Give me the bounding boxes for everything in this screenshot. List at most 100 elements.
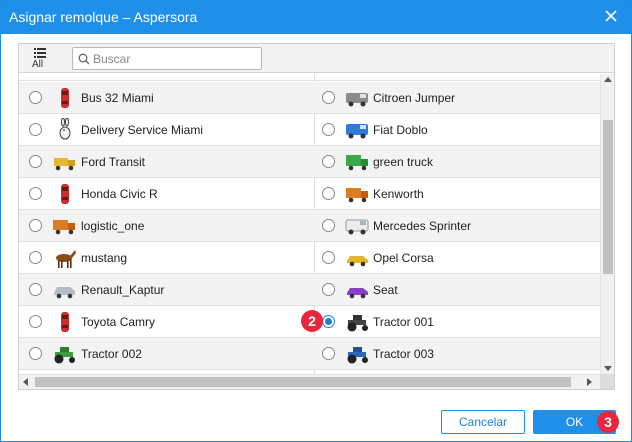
unit-name: Renault_Kaptur <box>81 283 165 297</box>
truck-orange-icon <box>345 182 371 206</box>
truck-yellow-icon <box>52 150 78 174</box>
car-yellow-icon <box>345 246 371 270</box>
truck-orange-icon <box>52 214 78 238</box>
unit-radio[interactable] <box>29 187 42 200</box>
unit-radio[interactable] <box>322 91 335 104</box>
unit-radio[interactable] <box>322 155 335 168</box>
unit-name: green truck <box>373 155 434 169</box>
unit-item[interactable]: Citroen Jumper <box>315 82 600 113</box>
list-row: Delivery Service Miami Fiat Doblo <box>19 114 600 146</box>
truck-green-icon <box>345 150 371 174</box>
assign-trailer-dialog: Asignar remolque – Aspersora All Buscar … <box>0 0 632 442</box>
unit-item[interactable]: Ford Transit <box>19 146 314 177</box>
list-row: Renault_Kaptur Seat <box>19 274 600 306</box>
unit-list-panel: All Bus 32 Miami Citroen Jumper Delivery S… <box>18 43 615 390</box>
select-all-button[interactable]: All <box>31 48 49 70</box>
horse-icon <box>52 246 78 270</box>
list-row: Bus 32 Miami Citroen Jumper <box>19 82 600 114</box>
unit-item[interactable]: Kenworth <box>315 178 600 209</box>
tractor-blue-icon <box>345 342 371 366</box>
unit-radio[interactable] <box>29 219 42 232</box>
partial-row <box>19 74 600 81</box>
unit-name: Bus 32 Miami <box>81 91 154 105</box>
unit-item[interactable]: Fiat Doblo <box>315 114 600 145</box>
scroll-left-icon[interactable] <box>23 378 28 386</box>
cancel-button[interactable]: Cancelar <box>441 410 525 434</box>
horizontal-scrollbar[interactable] <box>19 374 600 389</box>
vertical-scroll-thumb[interactable] <box>603 120 613 274</box>
list-row: logistic_one Mercedes Sprinter <box>19 210 600 242</box>
unit-radio[interactable] <box>29 123 42 136</box>
unit-name: Toyota Camry <box>81 315 156 329</box>
list-toolbar: All <box>19 44 614 73</box>
car-red-icon <box>52 86 78 110</box>
unit-radio[interactable] <box>322 347 335 360</box>
unit-radio[interactable] <box>29 347 42 360</box>
scrollbar-corner <box>600 374 614 389</box>
unit-name: Opel Corsa <box>373 251 434 265</box>
unit-radio[interactable] <box>322 315 335 328</box>
dialog-title: Asignar remolque – Aspersora <box>9 9 198 25</box>
unit-name: Fiat Doblo <box>373 123 428 137</box>
list-row: Ford Transit green truck <box>19 146 600 178</box>
unit-item[interactable]: Toyota Camry <box>19 306 314 337</box>
search-input[interactable] <box>93 50 257 67</box>
unit-radio[interactable] <box>29 251 42 264</box>
tractor-dark-icon <box>345 310 371 334</box>
unit-name: logistic_one <box>81 219 145 233</box>
unit-item[interactable]: Mercedes Sprinter <box>315 210 600 241</box>
scroll-down-icon[interactable] <box>604 366 612 371</box>
search-box[interactable] <box>72 47 262 70</box>
vertical-scrollbar[interactable] <box>600 74 614 374</box>
unit-item[interactable]: Tractor 003 <box>315 338 600 369</box>
list-row: Tractor 002 Tractor 003 <box>19 338 600 370</box>
unit-radio[interactable] <box>322 283 335 296</box>
scroll-right-icon[interactable] <box>587 378 592 386</box>
van-white-icon <box>345 214 371 238</box>
unit-item[interactable]: Tractor 001 <box>315 306 600 337</box>
unit-item[interactable]: mustang <box>19 242 314 273</box>
list-icon <box>34 48 46 58</box>
unit-item[interactable]: Seat <box>315 274 600 305</box>
unit-name: Ford Transit <box>81 155 146 169</box>
scroll-up-icon[interactable] <box>604 77 612 82</box>
unit-item[interactable]: Bus 32 Miami <box>19 82 314 113</box>
unit-item[interactable]: green truck <box>315 146 600 177</box>
search-icon <box>78 53 90 65</box>
car-purple-icon <box>345 278 371 302</box>
rabbit-icon <box>52 117 78 142</box>
van-blue-icon <box>345 118 371 142</box>
car-red-icon <box>52 310 78 334</box>
unit-name: Mercedes Sprinter <box>373 219 472 233</box>
unit-radio[interactable] <box>322 219 335 232</box>
unit-name: Honda Civic R <box>81 187 158 201</box>
tractor-green-icon <box>52 342 78 366</box>
step-marker-2: 2 <box>301 310 323 332</box>
unit-name: Kenworth <box>373 187 424 201</box>
unit-radio[interactable] <box>29 91 42 104</box>
select-all-label: All <box>32 59 44 70</box>
close-icon[interactable] <box>603 8 619 24</box>
unit-name: Citroen Jumper <box>373 91 456 105</box>
unit-radio[interactable] <box>322 123 335 136</box>
list-row: Honda Civic R Kenworth <box>19 178 600 210</box>
unit-radio[interactable] <box>29 283 42 296</box>
unit-item[interactable]: Opel Corsa <box>315 242 600 273</box>
car-silver-icon <box>52 278 78 302</box>
unit-radio[interactable] <box>29 315 42 328</box>
van-gray-icon <box>345 86 371 110</box>
car-red-icon <box>52 182 78 206</box>
unit-radio[interactable] <box>322 251 335 264</box>
unit-item[interactable]: Honda Civic R <box>19 178 314 209</box>
unit-item[interactable]: logistic_one <box>19 210 314 241</box>
dialog-titlebar: Asignar remolque – Aspersora <box>1 1 631 34</box>
unit-item[interactable]: Renault_Kaptur <box>19 274 314 305</box>
unit-item[interactable]: Tractor 002 <box>19 338 314 369</box>
unit-radio[interactable] <box>29 155 42 168</box>
unit-name: Delivery Service Miami <box>81 123 204 137</box>
unit-radio[interactable] <box>322 187 335 200</box>
unit-name: Seat <box>373 283 398 297</box>
unit-item[interactable]: Delivery Service Miami <box>19 114 314 145</box>
horizontal-scroll-thumb[interactable] <box>35 377 571 387</box>
list-row: mustang Opel Corsa <box>19 242 600 274</box>
